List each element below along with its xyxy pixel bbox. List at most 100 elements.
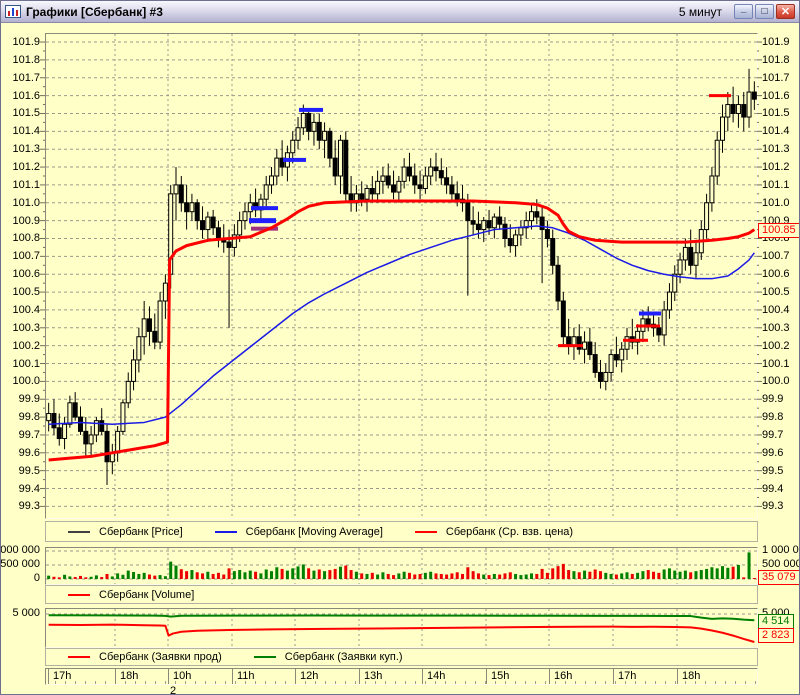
time-tick-label: 11h bbox=[237, 670, 255, 682]
close-button[interactable]: ✕ bbox=[776, 4, 795, 19]
price-tick-right: 101.2 bbox=[762, 161, 790, 174]
legend-item[interactable]: Сбербанк [Volume] bbox=[68, 589, 194, 601]
legend-color-dash bbox=[214, 530, 237, 533]
maximize-glyph: □ bbox=[761, 6, 768, 17]
legend-item[interactable]: Сбербанк (Заявки прод) bbox=[68, 651, 222, 663]
legend-item[interactable]: Сбербанк [Moving Average] bbox=[214, 525, 383, 538]
time-tick-label: 17h bbox=[618, 670, 637, 682]
price-tick-left: 100.9 bbox=[12, 214, 40, 227]
price-chart-plot[interactable] bbox=[45, 33, 758, 519]
time-separator bbox=[115, 669, 116, 684]
price-tick-left: 100.4 bbox=[12, 303, 40, 316]
price-tick-left: 99.9 bbox=[18, 393, 40, 406]
time-separator bbox=[486, 669, 487, 684]
price-tick-left: 101.9 bbox=[12, 36, 40, 49]
volume-current-value: 35 079 bbox=[758, 570, 799, 586]
price-tick-left: 101.5 bbox=[12, 107, 40, 120]
price-tick-left: 101.7 bbox=[12, 71, 40, 84]
title-bar[interactable]: Графики [Сбербанк] #3 5 минут _ □ ✕ bbox=[1, 1, 799, 23]
orders-svg bbox=[46, 609, 757, 647]
volume-plot[interactable] bbox=[45, 547, 758, 585]
price-tick-left: 99.8 bbox=[18, 411, 40, 424]
price-tick-left: 101.6 bbox=[12, 89, 40, 102]
orders-buy-value: 4 514 bbox=[758, 614, 794, 629]
price-chart-svg bbox=[46, 34, 757, 518]
time-tick-label: 16h bbox=[554, 670, 573, 682]
window-title: Графики [Сбербанк] #3 bbox=[26, 4, 163, 19]
price-tick-left: 100.7 bbox=[12, 250, 40, 263]
time-separator bbox=[359, 669, 360, 684]
orders-legend: Сбербанк (Заявки прод) Сбербанк (Заявки к… bbox=[45, 648, 758, 666]
price-tick-right: 99.4 bbox=[762, 482, 784, 495]
legend-item[interactable]: Сбербанк (Заявки куп.) bbox=[253, 651, 403, 663]
time-separator bbox=[422, 669, 423, 684]
price-tick-right: 99.7 bbox=[762, 428, 784, 441]
legend-label: Сбербанк [Moving Average] bbox=[245, 525, 383, 538]
price-tick-right: 101.6 bbox=[762, 89, 790, 102]
price-tick-left: 100.2 bbox=[12, 339, 40, 352]
legend-color-dash bbox=[414, 530, 437, 533]
time-separator bbox=[613, 669, 614, 684]
time-separator bbox=[295, 669, 296, 684]
chart-icon bbox=[5, 5, 21, 18]
price-tick-right: 100.6 bbox=[762, 268, 790, 281]
minimize-glyph: _ bbox=[740, 3, 747, 14]
maximize-button[interactable]: □ bbox=[755, 4, 774, 19]
last-price-marker: 100.85 bbox=[758, 222, 799, 238]
orders-axis-label-left: 5 000 bbox=[12, 607, 40, 619]
price-tick-right: 101.7 bbox=[762, 71, 790, 84]
price-tick-right: 100.3 bbox=[762, 321, 790, 334]
price-tick-right: 99.5 bbox=[762, 464, 784, 477]
time-tick-label: 14h bbox=[427, 670, 446, 682]
volume-axis-label: 0 bbox=[33, 572, 40, 584]
time-tick-label: 13h bbox=[364, 670, 383, 682]
price-tick-right: 100.5 bbox=[762, 286, 790, 299]
price-tick-right: 99.6 bbox=[762, 446, 784, 459]
time-tick-label: 18h bbox=[120, 670, 139, 682]
price-tick-right: 100.7 bbox=[762, 250, 790, 263]
legend-item[interactable]: Сбербанк (Ср. взв. цена) bbox=[414, 525, 574, 538]
price-tick-right: 101.9 bbox=[762, 36, 790, 49]
legend-label: Сбербанк (Заявки прод) bbox=[99, 651, 222, 663]
volume-axis-label: 500 000 bbox=[762, 558, 800, 570]
orders-plot[interactable] bbox=[45, 608, 758, 648]
volume-legend: Сбербанк [Volume] bbox=[45, 585, 758, 604]
price-tick-left: 99.6 bbox=[18, 446, 40, 459]
legend-color-dash bbox=[68, 530, 90, 533]
price-tick-left: 100.0 bbox=[12, 375, 40, 388]
price-tick-right: 100.0 bbox=[762, 375, 790, 388]
price-tick-left: 99.3 bbox=[18, 500, 40, 513]
price-tick-left: 100.5 bbox=[12, 286, 40, 299]
close-glyph: ✕ bbox=[780, 6, 791, 18]
time-axis[interactable]: 17h 18h 10h 11h 12h 13h 14h 15h 16h 17h 18h bbox=[45, 668, 758, 685]
price-tick-right: 101.4 bbox=[762, 125, 790, 138]
time-separator bbox=[677, 669, 678, 684]
time-tick-label: 17h bbox=[53, 670, 72, 682]
price-tick-right: 99.8 bbox=[762, 411, 784, 424]
interval-label: 5 минут bbox=[678, 4, 722, 19]
time-tick-label: 10h bbox=[173, 670, 192, 682]
chart-window: Графики [Сбербанк] #3 5 минут _ □ ✕ 99.3… bbox=[0, 0, 800, 695]
time-tick-label: 15h bbox=[491, 670, 510, 682]
price-tick-left: 99.4 bbox=[18, 482, 40, 495]
legend-label: Сбербанк (Ср. взв. цена) bbox=[445, 525, 574, 538]
time-separator bbox=[232, 669, 233, 684]
price-tick-left: 101.4 bbox=[12, 125, 40, 138]
price-legend: Сбербанк [Price] Сбербанк [Moving Average… bbox=[45, 521, 758, 542]
price-tick-right: 99.3 bbox=[762, 500, 784, 513]
price-tick-right: 101.5 bbox=[762, 107, 790, 120]
minimize-button[interactable]: _ bbox=[734, 3, 753, 19]
price-tick-right: 101.1 bbox=[762, 178, 790, 191]
volume-axis-label: 1 000 000 bbox=[0, 544, 40, 556]
price-tick-left: 100.8 bbox=[12, 232, 40, 245]
price-tick-left: 99.5 bbox=[18, 464, 40, 477]
price-tick-right: 101.0 bbox=[762, 196, 790, 209]
price-tick-left: 101.8 bbox=[12, 53, 40, 66]
chart-content: 99.3 99.3 99.4 99.4 99.5 99.5 99.6 99.6 99.7 99.7… bbox=[1, 23, 799, 694]
price-tick-left: 100.3 bbox=[12, 321, 40, 334]
date-row: 2 bbox=[1, 685, 799, 694]
price-tick-right: 101.8 bbox=[762, 53, 790, 66]
legend-item[interactable]: Сбербанк [Price] bbox=[68, 526, 183, 538]
price-tick-left: 101.3 bbox=[12, 143, 40, 156]
time-separator bbox=[549, 669, 550, 684]
